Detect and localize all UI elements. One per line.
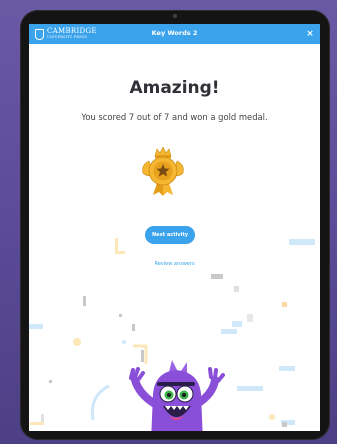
confetti-piece — [279, 366, 295, 371]
result-headline: Amazing! — [129, 78, 220, 98]
confetti-piece — [221, 329, 237, 334]
camera-dot — [173, 14, 177, 18]
monster-eyebrow — [157, 382, 195, 386]
confetti-piece — [232, 321, 242, 327]
confetti-piece — [115, 251, 125, 254]
monster-body — [151, 370, 203, 431]
crown-icon — [154, 146, 172, 157]
confetti-piece — [282, 302, 287, 307]
monster-pupil-dot — [182, 393, 186, 397]
confetti-piece — [289, 239, 315, 245]
confetti-piece — [132, 324, 135, 331]
tablet-frame: CAMBRIDGE UNIVERSITY PRESS Key Words 2 × — [20, 10, 330, 440]
confetti-piece — [73, 338, 81, 346]
monster-mascot — [125, 342, 225, 431]
monster-hand-left — [129, 367, 145, 382]
confetti-piece — [269, 414, 275, 420]
confetti-piece — [282, 422, 287, 427]
confetti-piece — [211, 274, 223, 279]
result-message: You scored 7 out of 7 and won a gold med… — [81, 112, 268, 122]
review-answers-link[interactable]: Review answers — [29, 261, 320, 267]
confetti-piece — [83, 296, 86, 306]
monster-pupil-dot — [167, 393, 171, 397]
confetti-piece — [90, 384, 110, 421]
confetti-piece — [247, 314, 253, 322]
next-activity-button[interactable]: Next activity — [145, 226, 195, 244]
confetti-piece — [119, 314, 122, 317]
confetti-piece — [29, 324, 43, 329]
confetti-piece — [237, 386, 263, 391]
page-background: CAMBRIDGE UNIVERSITY PRESS Key Words 2 × — [0, 0, 337, 444]
app-screen: CAMBRIDGE UNIVERSITY PRESS Key Words 2 × — [29, 24, 320, 431]
gold-medal-icon — [139, 146, 187, 197]
confetti-piece — [234, 286, 239, 292]
confetti-piece — [30, 422, 44, 425]
monster-arm-left — [131, 376, 159, 408]
confetti-piece — [49, 380, 52, 383]
confetti-piece — [115, 238, 118, 251]
